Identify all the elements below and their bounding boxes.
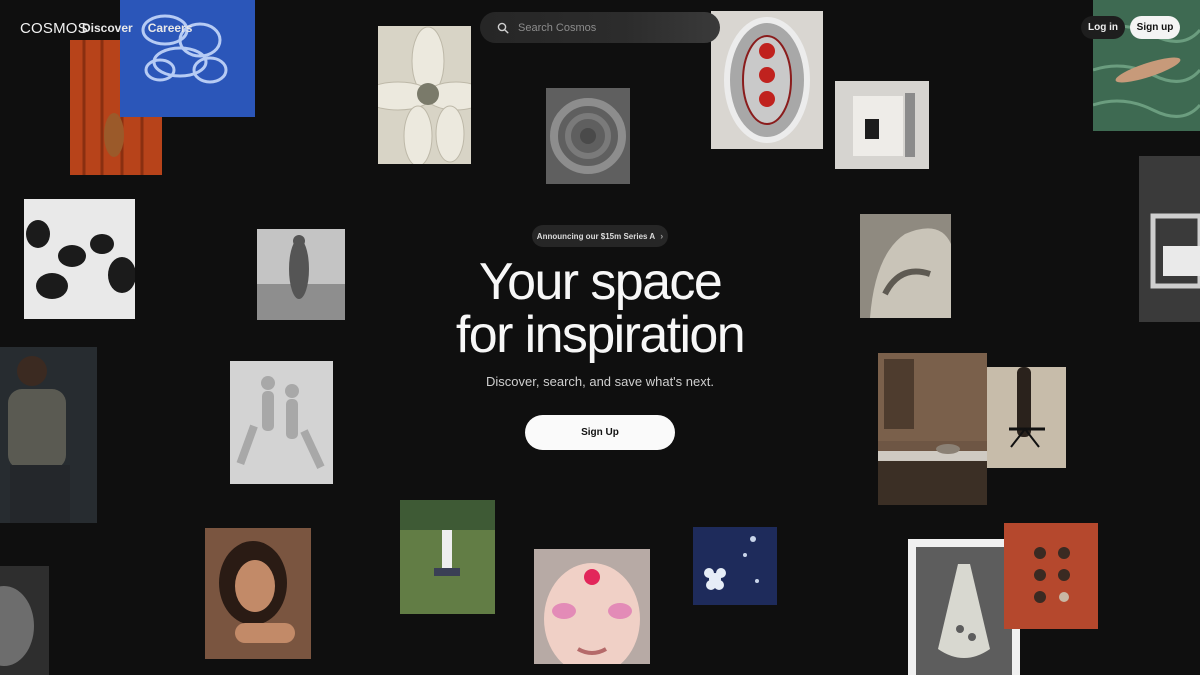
braid-image — [987, 367, 1066, 468]
headline-line-2: for inspiration — [455, 306, 746, 364]
image-tile-dancers[interactable] — [230, 361, 333, 484]
image-tile-black-stones[interactable] — [24, 199, 135, 319]
flower-figure-image — [257, 229, 345, 320]
black-stones-image — [24, 199, 135, 319]
image-tile-grey-paper[interactable] — [835, 81, 929, 169]
pink-face-image — [534, 549, 650, 664]
nav-discover[interactable]: Discover — [82, 21, 133, 35]
main-nav: Discover Careers — [82, 21, 192, 35]
red-stones-image — [1004, 523, 1098, 629]
image-tile-grey-mandala[interactable] — [546, 88, 630, 184]
sculpture-image — [860, 214, 951, 318]
search-input[interactable] — [518, 21, 698, 34]
image-tile-sculpture[interactable] — [860, 214, 951, 318]
search-icon — [497, 22, 509, 34]
hero-headline: Your space for inspiration — [400, 256, 800, 362]
announcement-pill[interactable]: Announcing our $15m Series A › — [532, 225, 668, 247]
image-tile-grass-handstand[interactable] — [400, 500, 495, 614]
image-tile-bw-portrait[interactable] — [0, 566, 49, 675]
kitchen-image — [878, 353, 987, 505]
image-tile-blue-scribble[interactable] — [120, 0, 255, 117]
blue-scribble-image — [120, 0, 255, 117]
bw-portrait-image — [0, 566, 49, 675]
dancers-image — [230, 361, 333, 484]
nav-careers[interactable]: Careers — [148, 21, 193, 35]
image-tile-pink-face[interactable] — [534, 549, 650, 664]
woman-portrait-image — [205, 528, 311, 659]
image-tile-red-stones[interactable] — [1004, 523, 1098, 629]
blue-floral-image — [693, 527, 777, 605]
page: COSMOS Discover Careers Log in Sign up A… — [0, 0, 1200, 675]
image-tile-blue-floral[interactable] — [693, 527, 777, 605]
white-flower-image — [378, 26, 471, 164]
image-tile-braid[interactable] — [987, 367, 1066, 468]
image-tile-silver-tray[interactable] — [711, 11, 823, 149]
grey-mandala-image — [546, 88, 630, 184]
signup-header-button[interactable]: Sign up — [1130, 16, 1180, 39]
cosmos-logo[interactable]: COSMOS — [20, 20, 88, 37]
hero-subheadline: Discover, search, and save what's next. — [486, 374, 714, 389]
image-tile-white-flower[interactable] — [378, 26, 471, 164]
image-tile-kitchen[interactable] — [878, 353, 987, 505]
signup-cta-button[interactable]: Sign Up — [525, 415, 675, 450]
grey-paper-image — [835, 81, 929, 169]
grass-handstand-image — [400, 500, 495, 614]
man-portrait-image — [0, 347, 97, 523]
image-tile-woman-portrait[interactable] — [205, 528, 311, 659]
image-tile-man-portrait[interactable] — [0, 347, 97, 523]
image-tile-steel-chair[interactable] — [1139, 156, 1200, 322]
search-bar[interactable] — [480, 12, 720, 43]
chevron-right-icon: › — [660, 231, 664, 241]
announcement-text: Announcing our $15m Series A — [536, 231, 656, 241]
headline-line-1: Your space — [478, 253, 723, 311]
login-button[interactable]: Log in — [1081, 16, 1125, 39]
image-tile-flower-figure[interactable] — [257, 229, 345, 320]
silver-tray-image — [711, 11, 823, 149]
steel-chair-image — [1139, 156, 1200, 322]
